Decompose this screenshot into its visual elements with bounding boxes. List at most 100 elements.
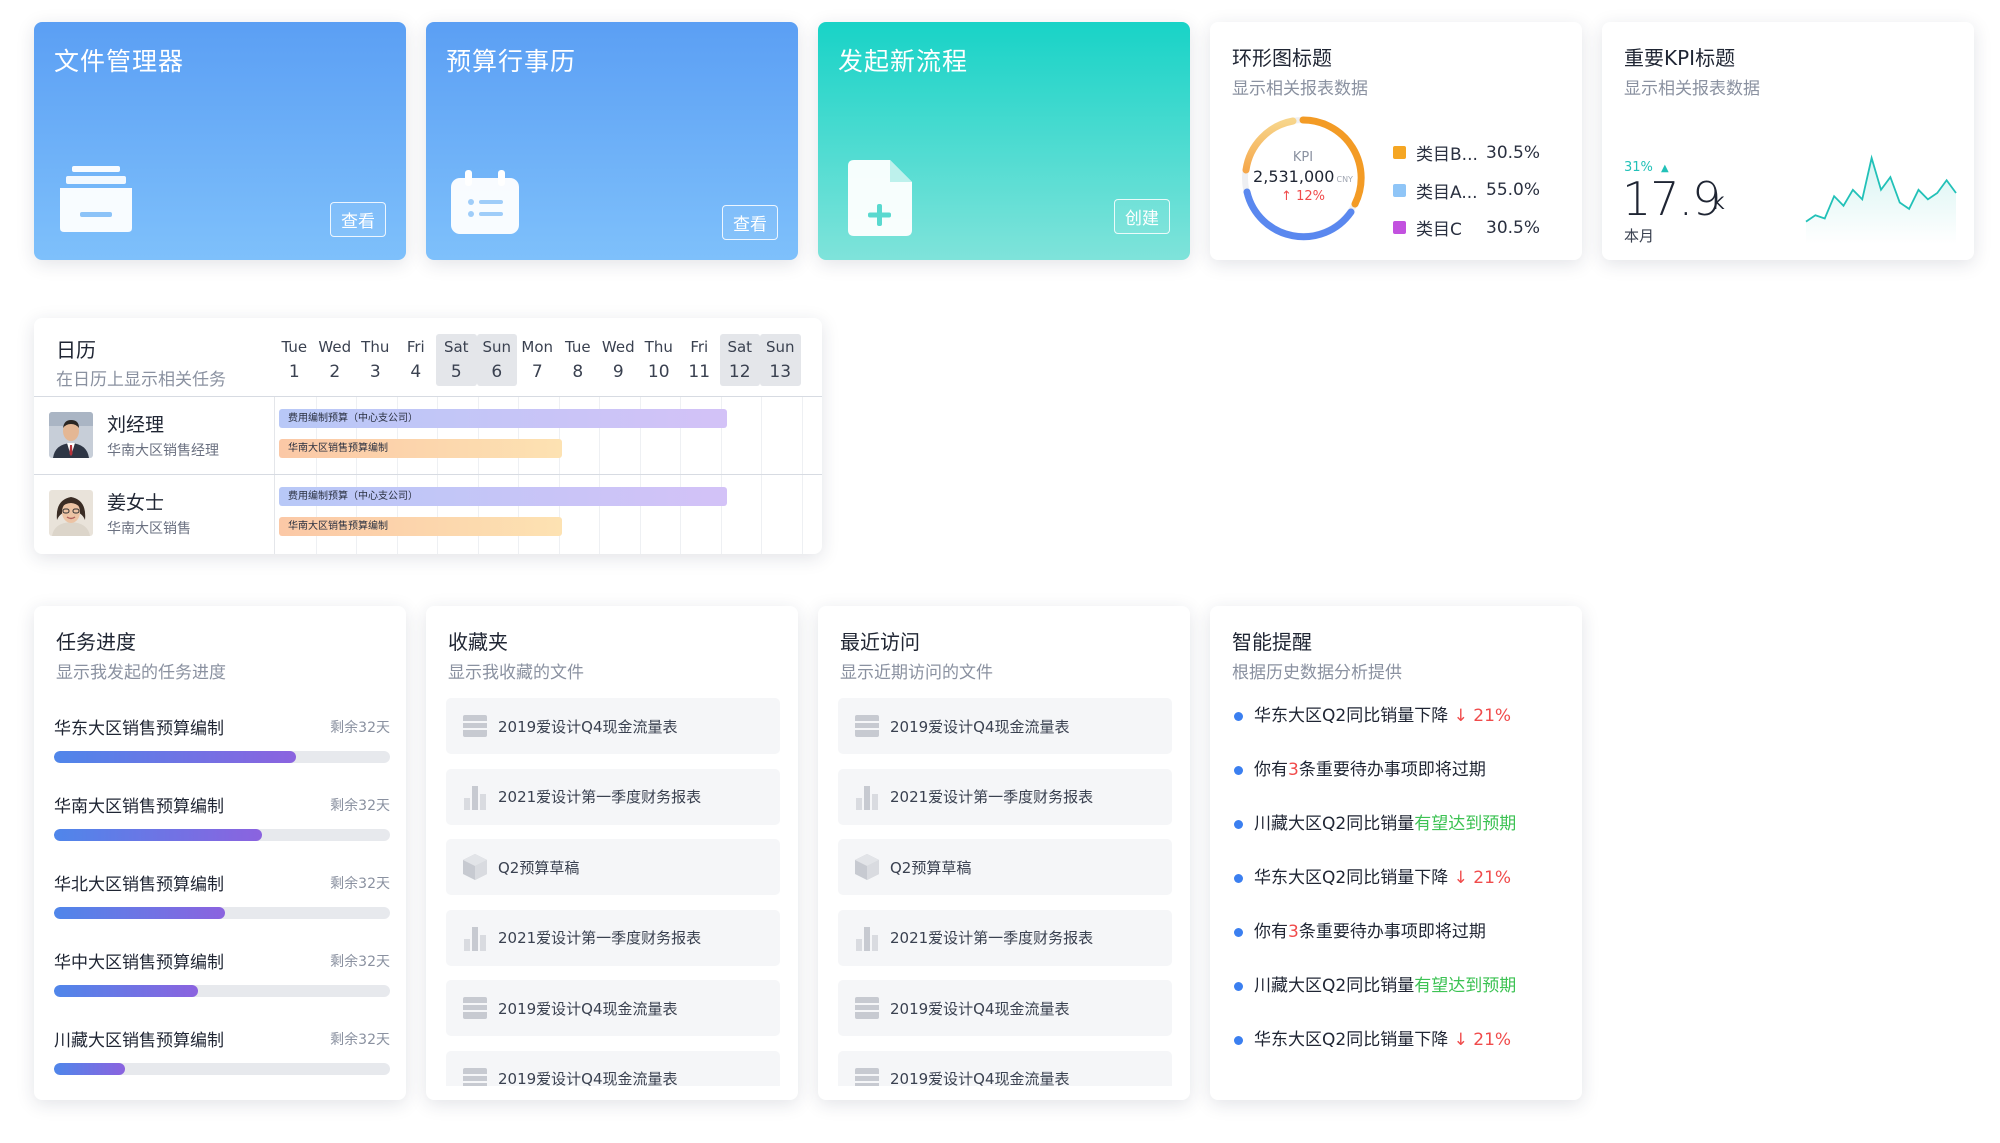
task-bar[interactable]: 华南大区销售预算编制 [279, 439, 562, 458]
calendar-day[interactable]: Fri 4 [396, 334, 437, 386]
reminder-text: 华东大区Q2同比销量下降 [1254, 1030, 1454, 1050]
cube-icon [462, 854, 488, 880]
file-item[interactable]: 2019爱设计Q4现金流量表 [838, 698, 1172, 754]
file-item[interactable]: Q2预算草稿 [446, 839, 780, 895]
tile-title: 文件管理器 [54, 47, 185, 76]
person-role: 华南大区销售经理 [107, 443, 219, 459]
file-item[interactable]: 2019爱设计Q4现金流量表 [838, 1050, 1172, 1086]
calendar-icon [451, 170, 519, 238]
calendar-day[interactable]: Sun 6 [476, 334, 517, 386]
progress-fill [54, 985, 199, 997]
reminder-highlight: ↓ 21% [1453, 706, 1512, 726]
day-number: 5 [450, 362, 462, 382]
file-item[interactable]: 2019爱设计Q4现金流量表 [446, 698, 780, 754]
task-item[interactable]: 华北大区销售预算编制 剩余32天 [54, 870, 390, 919]
calendar-day[interactable]: Thu 10 [639, 334, 680, 386]
file-item[interactable]: 2021爱设计第一季度财务报表 [446, 909, 780, 966]
file-name: Q2预算草稿 [890, 858, 972, 877]
calendar-day[interactable]: Tue 8 [558, 334, 599, 386]
reminder-item[interactable]: 华东大区Q2同比销量下降 ↓ 21% [1232, 868, 1516, 922]
file-name: 2019爱设计Q4现金流量表 [890, 717, 1070, 736]
reminder-item[interactable]: 华东大区Q2同比销量下降 ↓ 21% [1232, 706, 1516, 760]
reminder-text: 你有 [1254, 760, 1288, 780]
progress-track [54, 829, 390, 841]
task-item[interactable]: 华南大区销售预算编制 剩余32天 [54, 792, 390, 841]
grid-line [761, 475, 762, 554]
inbox-tray-icon [60, 166, 132, 236]
file-name: 2019爱设计Q4现金流量表 [890, 999, 1070, 1018]
calendar-card: 日历 在日历上显示相关任务 Tue 1 Wed 2 Thu 3 Fri 4 Sat 5 Sun 6 Mo… [34, 318, 822, 554]
day-name: Sun [765, 338, 795, 356]
file-name: 2019爱设计Q4现金流量表 [890, 1070, 1070, 1086]
kpi-card: 重要KPI标题 显示相关报表数据 31% ▲ 17.9 K 本月 [1602, 22, 1974, 260]
grid-line [761, 397, 762, 474]
task-item[interactable]: 华东大区销售预算编制 剩余32天 [54, 714, 390, 763]
file-item[interactable]: 2021爱设计第一季度财务报表 [446, 768, 780, 825]
card-title: 收藏夹 [448, 630, 508, 654]
calendar-day[interactable]: Wed 9 [598, 334, 639, 386]
legend-value: 55.0% [1486, 180, 1541, 201]
tile-title: 预算行事历 [446, 47, 577, 76]
calendar-day[interactable]: Fri 11 [679, 334, 720, 386]
reminder-item[interactable]: 你有3条重要待办事项即将过期 [1232, 922, 1516, 976]
task-bar[interactable]: 费用编制预算（中心支公司） [279, 487, 727, 506]
card-title: 任务进度 [56, 630, 136, 654]
calendar-day[interactable]: Sat 12 [719, 334, 760, 386]
bar-chart-icon [854, 784, 880, 810]
recent-card: 最近访问 显示近期访问的文件 2019爱设计Q4现金流量表 2021爱设计第一季度… [818, 606, 1190, 1100]
reminder-item[interactable]: 川藏大区Q2同比销量有望达到预期 [1232, 814, 1516, 868]
file-item[interactable]: 2021爱设计第一季度财务报表 [838, 768, 1172, 825]
card-title: 智能提醒 [1232, 630, 1312, 654]
reminder-item[interactable]: 华东大区Q2同比销量下降 ↓ 21% [1232, 1030, 1516, 1084]
create-button[interactable]: 创建 [1114, 199, 1170, 234]
view-button[interactable]: 查看 [330, 202, 386, 237]
file-manager-tile[interactable]: 文件管理器 查看 [34, 22, 406, 260]
avatar[interactable] [49, 412, 93, 458]
task-remaining: 剩余32天 [330, 720, 390, 736]
bar-chart-icon [462, 784, 488, 810]
card-subtitle: 根据历史数据分析提供 [1232, 663, 1402, 683]
legend-item: 类目B... 30.5% [1393, 134, 1540, 172]
task-bar[interactable]: 华南大区销售预算编制 [279, 517, 562, 536]
task-item[interactable]: 华中大区销售预算编制 剩余32天 [54, 948, 390, 997]
view-button[interactable]: 查看 [722, 205, 778, 240]
file-item[interactable]: 2021爱设计第一季度财务报表 [838, 909, 1172, 966]
reminder-text: 川藏大区Q2同比销量 [1254, 814, 1415, 834]
task-progress-card: 任务进度 显示我发起的任务进度 华东大区销售预算编制 剩余32天 华南大区销售预算编… [34, 606, 406, 1100]
avatar[interactable] [49, 490, 93, 536]
day-name: Tue [564, 338, 591, 356]
file-item[interactable]: 2019爱设计Q4现金流量表 [838, 980, 1172, 1036]
new-process-tile[interactable]: 发起新流程 创建 [818, 22, 1190, 260]
calendar-day[interactable]: Sun 13 [760, 334, 801, 386]
file-item[interactable]: 2019爱设计Q4现金流量表 [446, 1050, 780, 1086]
reminder-item[interactable]: 你有3条重要待办事项即将过期 [1232, 760, 1516, 814]
day-name: Wed [318, 338, 352, 356]
progress-fill [54, 751, 296, 763]
legend-swatch [1393, 146, 1406, 160]
card-subtitle: 显示我收藏的文件 [448, 663, 584, 683]
donut-center-label: KPI [1292, 150, 1314, 165]
cube-icon [854, 854, 880, 880]
task-item[interactable]: 川藏大区销售预算编制 剩余32天 [54, 1026, 390, 1075]
calendar-day[interactable]: Thu 3 [355, 334, 396, 386]
calendar-day[interactable]: Tue 1 [274, 334, 315, 386]
file-item[interactable]: 2019爱设计Q4现金流量表 [446, 980, 780, 1036]
bar-chart-icon [854, 925, 880, 951]
donut-chart-card: 环形图标题 显示相关报表数据 KPI 2,531,000 CNY ↑ 12% 类目… [1210, 22, 1582, 260]
calendar-day[interactable]: Mon 7 [517, 334, 558, 386]
day-name: Fri [690, 338, 709, 356]
file-name: 2021爱设计第一季度财务报表 [498, 929, 702, 947]
reminder-item[interactable]: 川藏大区Q2同比销量有望达到预期 [1232, 976, 1516, 1030]
budget-calendar-tile[interactable]: 预算行事历 查看 [426, 22, 798, 260]
file-name: 2021爱设计第一季度财务报表 [498, 788, 702, 806]
task-bar[interactable]: 费用编制预算（中心支公司） [279, 409, 727, 428]
table-icon [462, 713, 488, 739]
reminder-highlight: ↓ 21% [1453, 868, 1512, 888]
file-name: 2019爱设计Q4现金流量表 [498, 717, 678, 736]
file-item[interactable]: Q2预算草稿 [838, 839, 1172, 895]
legend-label: 类目C [1416, 220, 1462, 241]
calendar-day[interactable]: Sat 5 [436, 334, 477, 386]
legend-label: 类目B... [1416, 145, 1478, 166]
file-name: 2021爱设计第一季度财务报表 [890, 788, 1094, 806]
calendar-day[interactable]: Wed 2 [315, 334, 356, 386]
